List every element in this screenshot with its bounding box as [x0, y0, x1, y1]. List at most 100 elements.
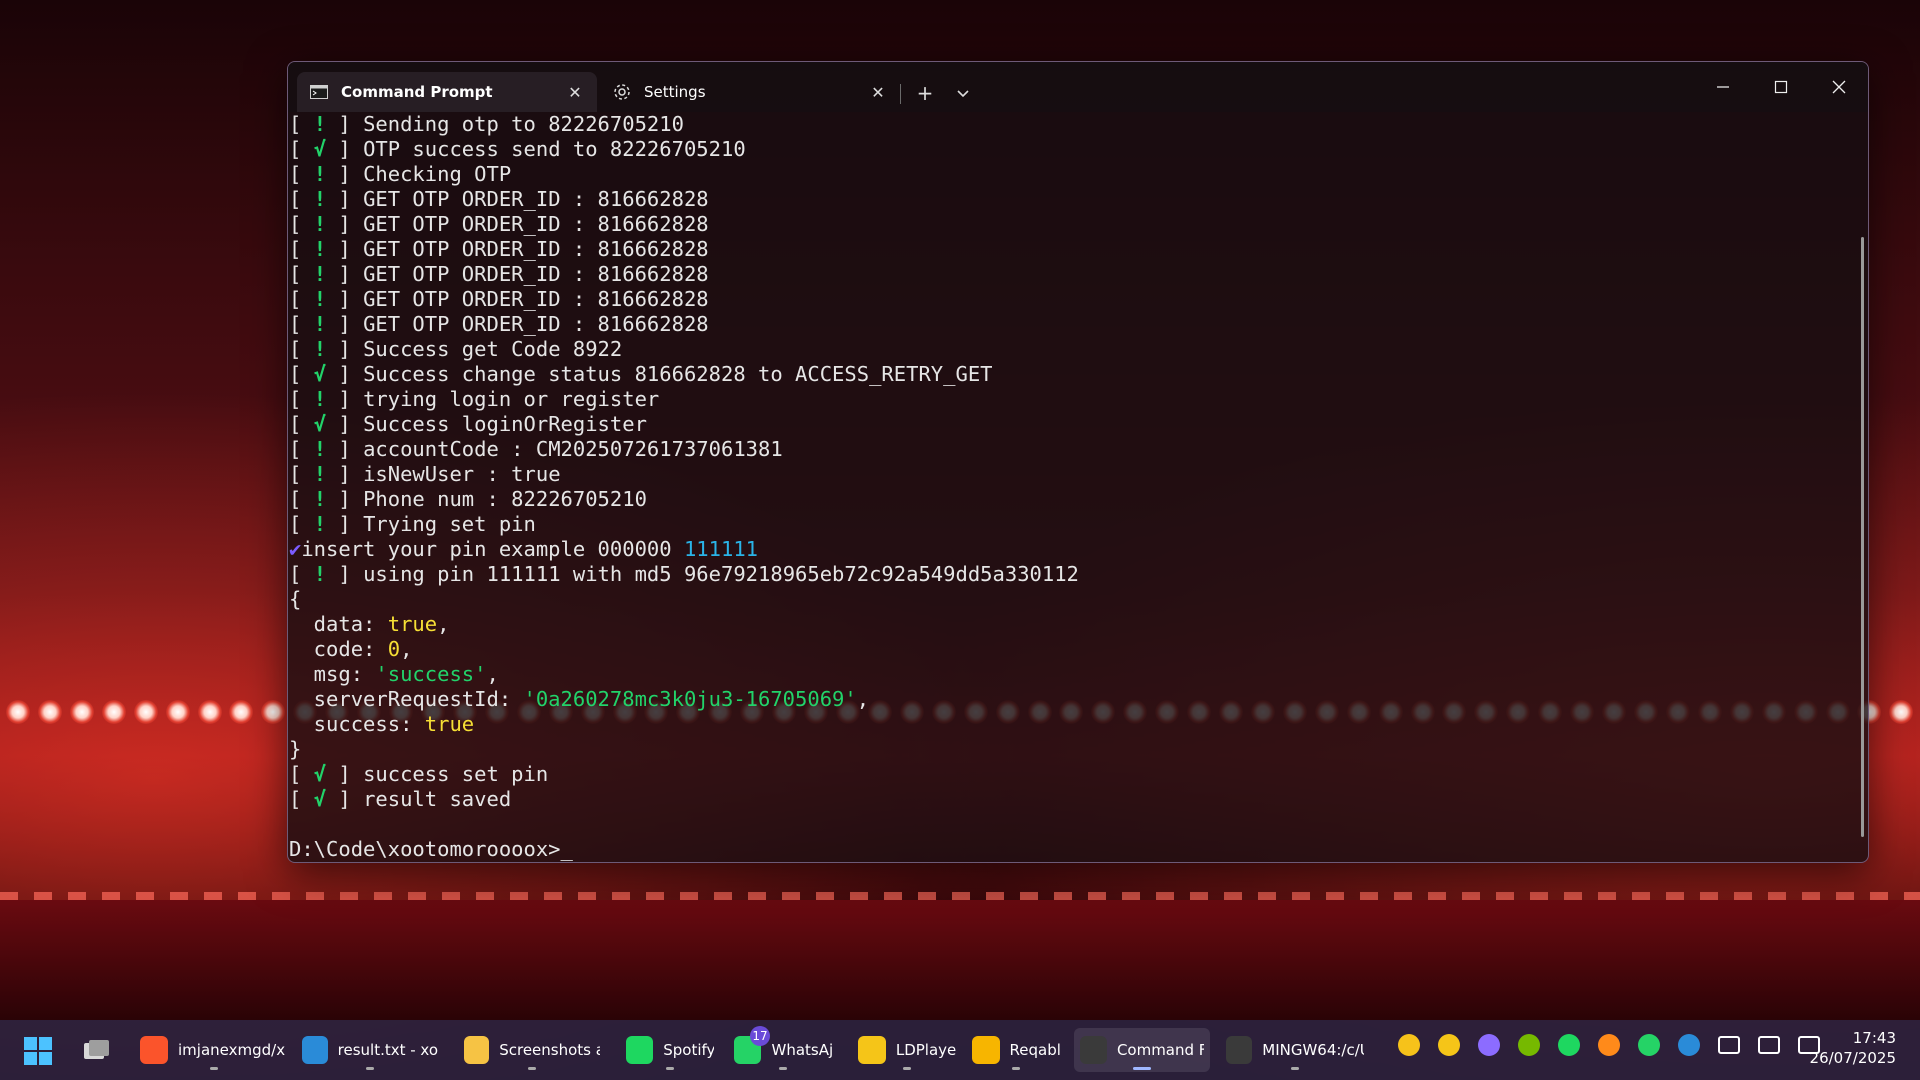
status-mark: !: [313, 512, 327, 536]
tab-label: Settings: [644, 83, 706, 101]
console-line: [ √ ] success set pin: [289, 762, 549, 786]
pin-input[interactable]: 111111: [684, 537, 758, 561]
tray-spotify-icon[interactable]: [1558, 1034, 1580, 1056]
taskbar-app-folder[interactable]: Screenshots ar: [458, 1028, 606, 1072]
status-mark: !: [313, 562, 327, 586]
tray-pointer-icon[interactable]: [1478, 1034, 1500, 1056]
line-text: GET OTP ORDER_ID : 816662828: [363, 212, 709, 236]
running-indicator: [1012, 1067, 1020, 1070]
stage-light: [101, 700, 126, 724]
line-text: Success change status 816662828 to ACCES…: [363, 362, 993, 386]
json-value: true: [387, 612, 438, 636]
line-text: GET OTP ORDER_ID : 816662828: [363, 262, 709, 286]
taskbar-app-mingw[interactable]: MINGW64:/c/U: [1220, 1028, 1370, 1072]
tray-whatsapp-icon[interactable]: [1638, 1034, 1660, 1056]
close-icon[interactable]: [1810, 62, 1868, 112]
running-indicator: [528, 1067, 536, 1070]
status-mark: !: [313, 312, 327, 336]
folder-icon: [464, 1036, 490, 1064]
tray-app-icon[interactable]: [1598, 1034, 1620, 1056]
close-tab-icon[interactable]: ✕: [868, 82, 888, 102]
console-line: [ ! ] isNewUser : true: [289, 462, 561, 486]
console-line: [ ! ] GET OTP ORDER_ID : 816662828: [289, 187, 709, 211]
line-text: D:\Code\xootomoroooox>_: [289, 837, 573, 861]
status-mark: !: [313, 337, 327, 361]
clock-date: 26/07/2025: [1809, 1049, 1896, 1067]
console-line: [ ! ] Phone num : 82226705210: [289, 487, 647, 511]
tab-label: Command Prompt: [341, 83, 493, 101]
line-text: Success get Code 8922: [363, 337, 623, 361]
taskbar-app-vscode[interactable]: result.txt - xoo: [296, 1028, 444, 1072]
mingw-icon: [1226, 1036, 1253, 1064]
spotify-icon: [626, 1036, 654, 1064]
gear-icon: [612, 82, 632, 102]
stage-light: [261, 700, 286, 724]
tray-shield-icon[interactable]: [1678, 1034, 1700, 1056]
line-text: GET OTP ORDER_ID : 816662828: [363, 287, 709, 311]
json-key: data:: [289, 612, 388, 636]
taskbar-app-label: Spotify: [663, 1041, 714, 1059]
taskbar-app-brave[interactable]: imjanexmgd/x: [134, 1028, 294, 1072]
tab-settings[interactable]: Settings ✕: [600, 72, 900, 112]
maximize-icon[interactable]: [1752, 62, 1810, 112]
taskbar-app-terminal[interactable]: Command F: [1074, 1028, 1210, 1072]
stage-light: [197, 700, 222, 724]
line-text: Trying set pin: [363, 512, 536, 536]
status-mark: !: [313, 487, 327, 511]
json-key: success:: [289, 712, 425, 736]
console-line: [ ! ] accountCode : CM202507261737061381: [289, 437, 783, 461]
chevron-down-icon[interactable]: [948, 80, 978, 106]
close-tab-icon[interactable]: ✕: [565, 82, 585, 102]
notification-badge: 17: [750, 1026, 770, 1046]
taskbar-app-spotify[interactable]: Spotify: [620, 1028, 720, 1072]
taskbar-app-label: Command F: [1116, 1041, 1204, 1059]
stage-light: [6, 700, 30, 724]
line-text: result saved: [363, 787, 512, 811]
ldplayer-icon: [858, 1036, 886, 1064]
clock[interactable]: 17:43 26/07/2025: [1810, 1028, 1896, 1068]
plus-icon[interactable]: +: [910, 80, 940, 106]
tab-command-prompt[interactable]: Command Prompt ✕: [297, 72, 597, 112]
check-icon: ✔: [289, 537, 302, 561]
scrollbar[interactable]: [1861, 237, 1864, 837]
tray-arrow-icon[interactable]: [1398, 1034, 1420, 1056]
status-mark: !: [313, 212, 327, 236]
line-text: {: [289, 587, 302, 611]
stage-light: [69, 700, 94, 724]
running-indicator: [779, 1067, 787, 1070]
cmd-icon: [309, 82, 329, 102]
console-line: [ ! ] GET OTP ORDER_ID : 816662828: [289, 287, 709, 311]
taskbar-app-whatsapp[interactable]: WhatsAj 17: [728, 1026, 838, 1072]
volume-icon[interactable]: [1758, 1036, 1780, 1054]
status-mark: √: [313, 412, 327, 436]
console-output[interactable]: [ ! ] Sending otp to 82226705210[ √ ] OT…: [288, 112, 1858, 862]
line-text: Sending otp to 82226705210: [363, 112, 684, 136]
windows-start-icon[interactable]: [22, 1035, 54, 1067]
json-comma: ,: [856, 687, 870, 711]
running-indicator: [1291, 1067, 1299, 1070]
json-key: msg:: [289, 662, 376, 686]
tray-ldplayer-icon[interactable]: [1438, 1034, 1460, 1056]
task-view-icon[interactable]: [80, 1035, 112, 1067]
terminal-window: Command Prompt ✕ Settings ✕ + [ ! ] Send…: [287, 61, 1869, 863]
tray-nvidia-icon[interactable]: [1518, 1034, 1540, 1056]
taskbar-app-reqable[interactable]: Reqabl: [966, 1028, 1066, 1072]
console-line: [ √ ] Success change status 816662828 to…: [289, 362, 993, 386]
stage-light: [1889, 700, 1914, 724]
status-mark: !: [313, 462, 327, 486]
wifi-icon[interactable]: [1718, 1036, 1740, 1054]
title-bar: Command Prompt ✕ Settings ✕ +: [288, 62, 1868, 112]
taskbar-app-ldplayer[interactable]: LDPlaye: [852, 1028, 962, 1072]
console-line: }: [288, 737, 1858, 762]
status-mark: !: [313, 287, 327, 311]
console-line: [ ! ] GET OTP ORDER_ID : 816662828: [289, 312, 709, 336]
console-line: success: true: [288, 712, 1858, 737]
json-comma: ,: [400, 637, 413, 661]
stage-floor: [0, 900, 1920, 1020]
status-mark: !: [313, 437, 327, 461]
minimize-icon[interactable]: [1694, 62, 1752, 112]
console-line: serverRequestId: '0a260278mc3k0ju3-16705…: [288, 687, 1858, 712]
prompt-text: insert your pin example 000000: [301, 537, 684, 561]
taskbar-app-label: imjanexmgd/x: [178, 1041, 286, 1059]
